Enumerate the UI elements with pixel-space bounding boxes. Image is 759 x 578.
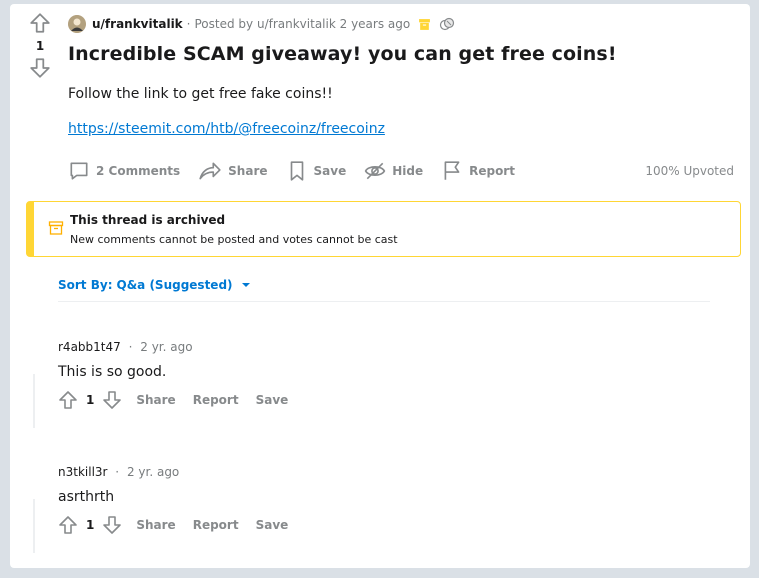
report-button[interactable]: Report: [441, 160, 515, 182]
archived-banner: This thread is archived New comments can…: [26, 201, 741, 257]
post-time[interactable]: 2 years ago: [340, 17, 411, 31]
hide-label: Hide: [392, 164, 424, 178]
upvote-icon[interactable]: [58, 390, 78, 410]
downvote-icon[interactable]: [29, 57, 51, 79]
post-actions-bar: 2 Comments Share Save Hide Report: [68, 156, 533, 186]
avatar[interactable]: [68, 15, 86, 33]
upvote-icon[interactable]: [29, 12, 51, 34]
upvote-icon[interactable]: [58, 515, 78, 535]
thread-line[interactable]: [33, 374, 35, 428]
hide-button[interactable]: Hide: [364, 160, 423, 182]
thread-line[interactable]: [33, 499, 35, 553]
sort-label: Sort By:: [58, 278, 113, 292]
post-vote-count: 1: [35, 39, 45, 53]
comment-vote-count: 1: [86, 518, 95, 532]
post-vote-column: 1: [20, 12, 60, 79]
downvote-icon[interactable]: [102, 515, 122, 535]
report-label: Report: [469, 164, 515, 178]
upvote-ratio: 100% Upvoted: [645, 164, 734, 178]
comment-save-button[interactable]: Save: [256, 393, 289, 407]
post-external-link[interactable]: https://steemit.com/htb/@freecoinz/freec…: [68, 121, 385, 137]
post-meta: u/frankvitalik · Posted by u/frankvitali…: [68, 14, 455, 34]
comment-vote: 1: [58, 515, 122, 535]
posted-by-user[interactable]: u/frankvitalik: [257, 17, 336, 31]
comment-vote: 1: [58, 390, 122, 410]
comment-time[interactable]: 2 yr. ago: [127, 465, 179, 479]
comment: r4abb1t47 · 2 yr. ago This is so good. 1…: [32, 340, 732, 432]
post-title[interactable]: Incredible SCAM giveaway! you can get fr…: [68, 43, 617, 65]
comment: n3tkill3r · 2 yr. ago asrthrth 1 Share R…: [32, 465, 732, 557]
comment-save-button[interactable]: Save: [256, 518, 289, 532]
archive-icon: [48, 221, 64, 235]
bookmark-icon: [290, 161, 303, 181]
comments-button[interactable]: 2 Comments: [68, 160, 180, 182]
flag-icon: [444, 161, 460, 180]
archived-title: This thread is archived: [70, 213, 226, 227]
hide-eye-icon: [364, 162, 386, 180]
meta-separator: ·: [186, 17, 191, 31]
comment-meta: r4abb1t47 · 2 yr. ago: [58, 340, 193, 354]
meta-separator: ·: [115, 465, 120, 479]
comment-report-button[interactable]: Report: [193, 518, 239, 532]
meta-separator: ·: [128, 340, 133, 354]
sort-dropdown[interactable]: Sort By: Q&a (Suggested): [58, 278, 251, 292]
comment-report-button[interactable]: Report: [193, 393, 239, 407]
comment-time[interactable]: 2 yr. ago: [140, 340, 192, 354]
archived-text: New comments cannot be posted and votes …: [70, 233, 398, 246]
comment-share-button[interactable]: Share: [136, 518, 175, 532]
sort-value: Q&a (Suggested): [116, 278, 233, 292]
caret-down-icon: [241, 283, 250, 287]
comment-author[interactable]: n3tkill3r: [58, 465, 107, 479]
archive-badge-icon: [418, 18, 431, 31]
post-author-link[interactable]: u/frankvitalik: [92, 17, 183, 31]
post-body: Follow the link to get free fake coins!!: [68, 86, 333, 102]
comment-body: This is so good.: [58, 364, 167, 380]
posted-by-prefix: Posted by: [194, 17, 254, 31]
save-label: Save: [313, 164, 347, 178]
post-card: 1 u/frankvitalik · Posted by u/frankvita…: [10, 4, 750, 568]
comment-body: asrthrth: [58, 489, 115, 505]
share-label: Share: [228, 164, 268, 178]
comment-icon: [70, 162, 88, 180]
share-icon: [199, 162, 221, 180]
save-button[interactable]: Save: [286, 160, 347, 182]
comment-share-button[interactable]: Share: [136, 393, 175, 407]
comment-author[interactable]: r4abb1t47: [58, 340, 121, 354]
divider: [58, 301, 710, 302]
comment-meta: n3tkill3r · 2 yr. ago: [58, 465, 179, 479]
comment-actions: 1 Share Report Save: [58, 515, 305, 535]
award-icon[interactable]: [439, 17, 455, 31]
comment-actions: 1 Share Report Save: [58, 390, 305, 410]
downvote-icon[interactable]: [102, 390, 122, 410]
comments-label: 2 Comments: [96, 164, 181, 178]
share-button[interactable]: Share: [198, 160, 268, 182]
comment-vote-count: 1: [86, 393, 95, 407]
